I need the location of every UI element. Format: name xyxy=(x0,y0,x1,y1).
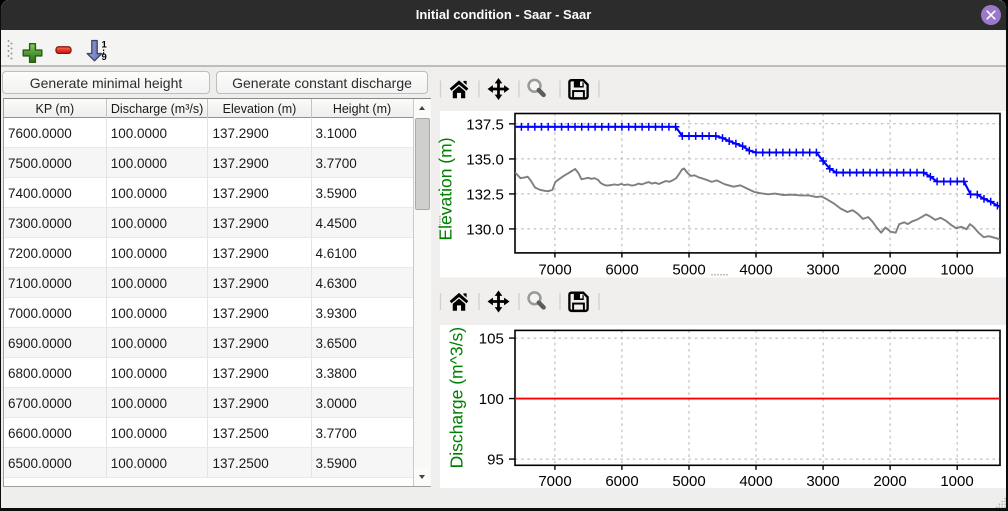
svg-text:4000: 4000 xyxy=(739,473,772,490)
svg-text:5000: 5000 xyxy=(672,262,705,279)
svg-text:1000: 1000 xyxy=(940,473,973,490)
svg-text:4000: 4000 xyxy=(739,262,772,279)
svg-text:135.0: 135.0 xyxy=(466,151,504,168)
svg-text:7000: 7000 xyxy=(538,473,571,490)
svg-text:6000: 6000 xyxy=(605,473,638,490)
svg-text:2000: 2000 xyxy=(873,473,906,490)
svg-text:130.0: 130.0 xyxy=(466,221,504,238)
svg-text:3000: 3000 xyxy=(806,473,839,490)
svg-text:6000: 6000 xyxy=(605,262,638,279)
svg-text:95: 95 xyxy=(487,452,504,469)
svg-text:1000: 1000 xyxy=(940,262,973,279)
svg-text:105: 105 xyxy=(479,331,504,348)
svg-text:100: 100 xyxy=(479,391,504,408)
svg-text:7000: 7000 xyxy=(538,262,571,279)
svg-text:2000: 2000 xyxy=(873,262,906,279)
svg-text:Elevation (m): Elevation (m) xyxy=(436,137,456,240)
svg-text:137.5: 137.5 xyxy=(466,116,504,133)
svg-text:132.5: 132.5 xyxy=(466,186,504,203)
svg-text:Discharge (m^3/s): Discharge (m^3/s) xyxy=(447,327,467,468)
svg-text:5000: 5000 xyxy=(672,473,705,490)
svg-text:3000: 3000 xyxy=(806,262,839,279)
